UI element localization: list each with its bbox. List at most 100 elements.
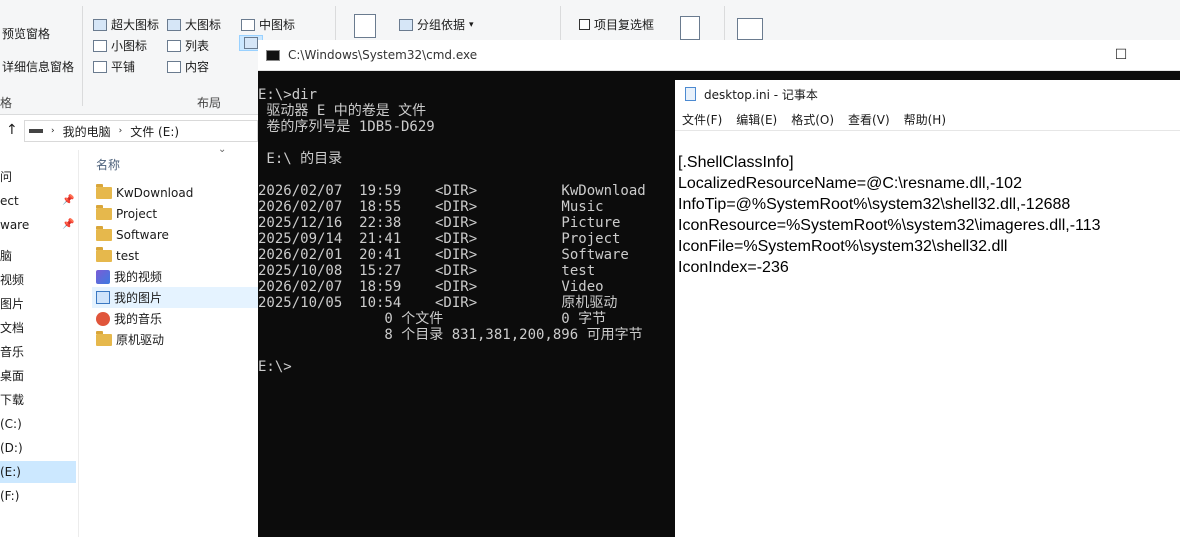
- notepad-title: desktop.ini - 记事本: [704, 87, 818, 102]
- nav-item[interactable]: (C:): [0, 413, 76, 435]
- small-icons-button[interactable]: 小图标: [93, 37, 147, 54]
- extra-large-icons-label: 超大图标: [111, 18, 160, 32]
- list-item[interactable]: Project: [96, 203, 260, 224]
- tiles-view-button[interactable]: 平铺: [93, 58, 135, 75]
- extra-large-icons-button[interactable]: 超大图标: [93, 16, 159, 33]
- small-icons-label: 小图标: [111, 39, 148, 53]
- cmd-line: E:\ 的目录: [258, 151, 343, 167]
- list-item[interactable]: test: [96, 245, 260, 266]
- menu-help[interactable]: 帮助(H): [904, 111, 946, 128]
- nav-item[interactable]: (D:): [0, 437, 76, 459]
- group-by-label: 分组依据: [417, 18, 466, 32]
- pin-icon: 📌: [62, 219, 75, 230]
- cmd-app-icon: [266, 49, 280, 61]
- notepad-app-icon: [685, 87, 696, 101]
- tiles-view-icon: [93, 60, 107, 73]
- notepad-titlebar[interactable]: desktop.ini - 记事本: [675, 80, 1180, 108]
- nav-item[interactable]: 视频: [0, 269, 76, 291]
- list-item[interactable]: KwDownload: [96, 182, 260, 203]
- list-item-name: 我的音乐: [114, 312, 163, 326]
- sort-chevron-icon: ⌄: [218, 144, 227, 155]
- nav-item[interactable]: 文档: [0, 317, 76, 339]
- video-icon: [96, 269, 110, 284]
- nav-item-label: (E:): [0, 465, 21, 479]
- nav-item[interactable]: ware 📌: [0, 214, 76, 236]
- nav-item-selected[interactable]: (E:): [0, 461, 76, 483]
- list-item-selected[interactable]: 我的图片: [92, 287, 262, 308]
- list-view-label: 列表: [185, 39, 210, 53]
- cmd-line: 2026/02/01 20:41 <DIR> Software: [258, 247, 629, 263]
- tiles-view-label: 平铺: [111, 60, 136, 74]
- cmd-prompt[interactable]: E:\>: [258, 359, 292, 375]
- cmd-titlebar[interactable]: C:\Windows\System32\cmd.exe ☐: [258, 40, 1180, 71]
- group-by-button[interactable]: 分组依据 ▾: [399, 16, 474, 33]
- address-bar[interactable]: › 我的电脑 › 文件 (E:): [24, 120, 258, 142]
- list-item-name: Software: [116, 227, 169, 242]
- breadcrumb-computer[interactable]: 我的电脑: [63, 123, 111, 140]
- details-pane-label: 详细信息窗格: [2, 60, 75, 74]
- folder-icon: [96, 330, 112, 346]
- nav-item-label: (D:): [0, 441, 23, 455]
- item-checkboxes-toggle[interactable]: 项目复选框: [579, 16, 654, 33]
- breadcrumb-separator-icon: ›: [51, 126, 55, 136]
- menu-file[interactable]: 文件(F): [682, 111, 722, 128]
- list-item[interactable]: 原机驱动: [96, 329, 260, 350]
- breadcrumb-drive[interactable]: 文件 (E:): [130, 123, 179, 140]
- large-icons-label: 大图标: [185, 18, 222, 32]
- list-item-name: Project: [116, 206, 158, 221]
- nav-item[interactable]: (F:): [0, 485, 76, 507]
- nav-item[interactable]: 脑: [0, 245, 76, 267]
- list-item[interactable]: 我的视频: [96, 266, 260, 287]
- ribbon-divider: [82, 6, 83, 106]
- up-arrow-icon[interactable]: ↑: [6, 122, 18, 138]
- hide-selected-button[interactable]: [680, 16, 700, 40]
- list-view-icon: [167, 39, 181, 52]
- nav-item[interactable]: 图片: [0, 293, 76, 315]
- nav-item[interactable]: 问: [0, 166, 76, 188]
- notepad-text-line: InfoTip=@%SystemRoot%\system32\shell32.d…: [678, 196, 1071, 213]
- folder-icon: [96, 183, 112, 199]
- checkbox-icon: [579, 19, 590, 30]
- list-item-name: 我的图片: [114, 291, 163, 305]
- cmd-line: E:\>dir: [258, 87, 318, 103]
- cmd-line: 8 个目录 831,381,200,896 可用字节: [258, 327, 643, 343]
- options-button[interactable]: [737, 18, 763, 40]
- list-item[interactable]: 我的音乐: [96, 308, 260, 329]
- list-item-name: test: [116, 248, 140, 263]
- nav-item-label: 文档: [0, 321, 25, 335]
- notepad-menubar: 文件(F) 编辑(E) 格式(O) 查看(V) 帮助(H): [675, 108, 1180, 131]
- menu-edit[interactable]: 编辑(E): [736, 111, 777, 128]
- nav-item-label: ect: [0, 194, 19, 208]
- music-icon: [96, 311, 110, 326]
- details-pane-button[interactable]: 详细信息窗格: [2, 58, 74, 75]
- nav-item-label: 问: [0, 170, 13, 184]
- content-view-button[interactable]: 内容: [167, 58, 209, 75]
- preview-pane-button[interactable]: 预览窗格: [2, 25, 50, 42]
- list-item[interactable]: Software: [96, 224, 260, 245]
- menu-format[interactable]: 格式(O): [791, 111, 834, 128]
- folder-icon: [96, 204, 112, 220]
- picture-icon: [96, 291, 110, 304]
- medium-icons-button[interactable]: 中图标: [241, 16, 295, 33]
- nav-item[interactable]: 音乐: [0, 341, 76, 363]
- name-column-header[interactable]: 名称: [96, 156, 120, 173]
- medium-icons-icon: [241, 18, 255, 31]
- nav-item[interactable]: 下载: [0, 389, 76, 411]
- nav-item[interactable]: 桌面: [0, 365, 76, 387]
- layout-group-label: 布局: [197, 96, 222, 110]
- sort-by-icon: [354, 14, 376, 38]
- sort-by-button[interactable]: [354, 14, 376, 38]
- cmd-line: 2025/09/14 21:41 <DIR> Project: [258, 231, 621, 247]
- medium-icons-label: 中图标: [259, 18, 296, 32]
- nav-item-label: ware: [0, 218, 30, 232]
- list-view-button[interactable]: 列表: [167, 37, 209, 54]
- notepad-window[interactable]: [675, 80, 1180, 537]
- item-checkboxes-label: 项目复选框: [594, 18, 655, 32]
- nav-item[interactable]: ect 📌: [0, 190, 76, 212]
- menu-view[interactable]: 查看(V): [848, 111, 890, 128]
- list-item-name: 原机驱动: [116, 333, 165, 347]
- nav-item-label: 桌面: [0, 369, 25, 383]
- close-button[interactable]: [1134, 40, 1180, 70]
- pane-group-label: 格: [0, 96, 13, 110]
- large-icons-button[interactable]: 大图标: [167, 16, 221, 33]
